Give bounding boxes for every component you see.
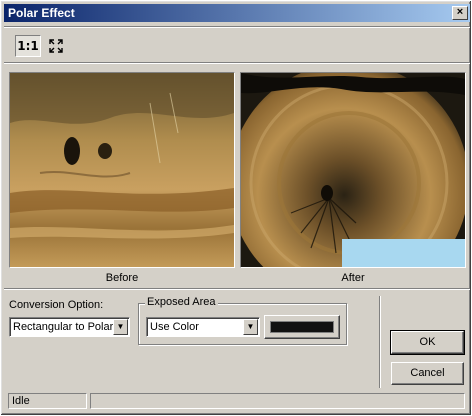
before-caption: Before [105, 272, 139, 284]
actual-size-label: 1:1 [17, 39, 39, 53]
after-image [241, 73, 465, 267]
ok-button[interactable]: OK [390, 330, 465, 355]
chevron-down-icon[interactable]: ▼ [243, 319, 258, 335]
toolbar-separator-bottom [4, 62, 470, 64]
before-preview [9, 72, 235, 268]
exposed-area-value: Use Color [150, 321, 199, 333]
status-text: Idle [8, 393, 87, 409]
actual-size-button[interactable]: 1:1 [15, 35, 41, 57]
fit-to-window-button[interactable] [45, 35, 67, 57]
button-separator [379, 296, 381, 388]
options-separator [4, 288, 470, 290]
conversion-option-label: Conversion Option: [9, 299, 104, 311]
after-preview [240, 72, 466, 268]
before-image [10, 73, 234, 267]
window-title: Polar Effect [8, 6, 75, 20]
polar-effect-dialog: Polar Effect × 1:1 Before After Conversi… [0, 0, 472, 416]
after-caption: After [341, 272, 365, 284]
progress-bar [90, 393, 465, 409]
title-bar: Polar Effect × [4, 4, 470, 22]
color-swatch [270, 321, 334, 333]
close-icon: × [456, 6, 464, 18]
toolbar-separator-top [4, 26, 470, 28]
close-button[interactable]: × [452, 6, 468, 20]
exposed-area-fill [342, 239, 465, 267]
exposed-area-legend: Exposed Area [145, 296, 218, 308]
conversion-option-select[interactable]: Rectangular to Polar ▼ [9, 317, 130, 337]
conversion-option-value: Rectangular to Polar [13, 321, 114, 333]
cancel-button[interactable]: Cancel [391, 362, 464, 385]
exposed-area-select[interactable]: Use Color ▼ [146, 317, 260, 337]
chevron-down-icon[interactable]: ▼ [113, 319, 128, 335]
exposed-color-button[interactable] [264, 315, 340, 339]
fit-to-window-icon [49, 39, 63, 53]
